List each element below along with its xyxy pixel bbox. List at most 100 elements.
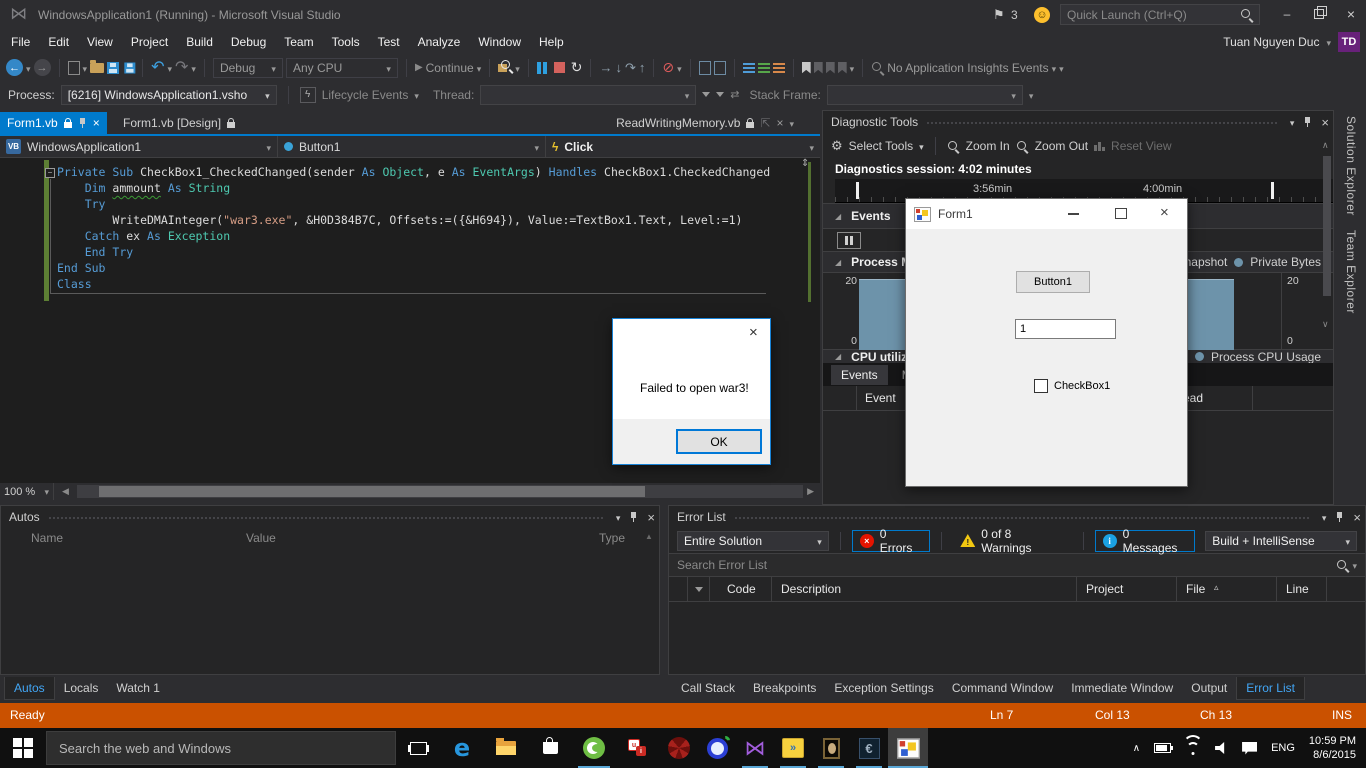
severity-filter-icon[interactable] — [695, 583, 703, 599]
tray-expand-icon[interactable]: ∧ — [1133, 743, 1140, 754]
promote-tab-icon[interactable]: ⇱ — [760, 116, 770, 130]
pin-icon[interactable] — [1335, 512, 1344, 523]
timeline-marker[interactable] — [856, 182, 859, 199]
menu-analyze[interactable]: Analyze — [409, 35, 470, 49]
taskbar-warcraft[interactable] — [812, 728, 850, 768]
taskbar-visual-studio[interactable]: ⋈ — [736, 728, 774, 768]
undo-icon[interactable]: ↶ — [151, 61, 164, 75]
solution-configuration-dropdown[interactable]: Debug — [213, 58, 283, 78]
show-diagnostics-icon[interactable] — [758, 63, 770, 73]
zoom-dropdown[interactable]: 100 % — [0, 483, 54, 500]
tab-watch1[interactable]: Watch 1 — [107, 677, 169, 699]
diagnostics-titlebar[interactable]: Diagnostic Tools × — [823, 111, 1333, 133]
tab-immediate-window[interactable]: Immediate Window — [1062, 677, 1182, 699]
step-out-icon[interactable]: ↑ — [639, 60, 646, 75]
save-all-icon[interactable] — [124, 62, 135, 73]
battery-icon[interactable] — [1154, 743, 1171, 753]
find-overflow-icon[interactable] — [515, 61, 520, 75]
undo-dropdown-icon[interactable] — [167, 61, 172, 75]
thread-dropdown[interactable] — [480, 85, 696, 105]
collapse-triangle-icon[interactable]: ◢ — [835, 212, 841, 221]
open-file-icon[interactable] — [90, 63, 104, 73]
col-type[interactable]: Type — [599, 531, 625, 545]
close-icon[interactable]: × — [1321, 115, 1329, 130]
taskbar-coccoc[interactable] — [572, 728, 616, 768]
redo-dropdown-icon[interactable] — [191, 61, 196, 75]
taskbar-app-red[interactable] — [660, 728, 698, 768]
scroll-right-icon[interactable]: ▶ — [807, 486, 820, 497]
menu-test[interactable]: Test — [369, 35, 409, 49]
form-minimize-icon[interactable] — [1068, 213, 1079, 215]
taskbar-store[interactable] — [528, 728, 572, 768]
menu-file[interactable]: File — [2, 35, 39, 49]
form-close-icon[interactable]: × — [1160, 204, 1169, 221]
step-into-icon[interactable]: ↓ — [615, 60, 622, 75]
error-search-input[interactable]: Search Error List — [669, 553, 1365, 577]
form-checkbox1[interactable]: CheckBox1 — [1034, 379, 1110, 393]
col-description[interactable]: Description — [781, 582, 841, 596]
tab-form1vb-design[interactable]: Form1.vb [Design] — [115, 112, 243, 134]
show-next-statement-icon[interactable]: → — [599, 60, 612, 75]
process-overflow-icon[interactable] — [1029, 88, 1034, 102]
form-maximize-icon[interactable] — [1115, 208, 1127, 219]
prev-bookmark-icon[interactable] — [814, 62, 823, 74]
show-threads-icon[interactable] — [743, 63, 755, 73]
tab-output[interactable]: Output — [1182, 677, 1236, 699]
taskbar-app-blue[interactable] — [698, 728, 736, 768]
window-position-icon[interactable] — [1322, 510, 1327, 524]
col-file[interactable]: File — [1186, 582, 1205, 596]
start-button[interactable] — [0, 728, 46, 768]
taskbar-form1-app-active[interactable] — [888, 728, 928, 768]
project-dropdown[interactable]: VB WindowsApplication1 — [0, 136, 278, 157]
tab-locals[interactable]: Locals — [55, 677, 108, 699]
menu-debug[interactable]: Debug — [222, 35, 275, 49]
close-tab-icon[interactable]: × — [93, 116, 100, 130]
select-tools-button[interactable]: Select Tools — [849, 139, 913, 153]
continue-button[interactable]: Continue — [426, 61, 474, 75]
minimize-button[interactable]: – — [1272, 0, 1302, 28]
form-textbox1[interactable]: 1 — [1015, 319, 1116, 339]
lifecycle-caret-icon[interactable] — [414, 88, 419, 102]
close-icon[interactable]: × — [1353, 510, 1361, 525]
lifecycle-events-label[interactable]: Lifecycle Events — [322, 88, 409, 102]
build-filter-dropdown[interactable]: Build + IntelliSense — [1205, 531, 1357, 551]
col-value[interactable]: Value — [246, 531, 276, 545]
restore-button[interactable] — [1304, 0, 1334, 28]
tab-exception-settings[interactable]: Exception Settings — [825, 677, 942, 699]
taskbar-file-explorer[interactable] — [484, 728, 528, 768]
new-file-icon[interactable] — [68, 61, 80, 75]
col-name[interactable]: Name — [31, 531, 63, 545]
menu-project[interactable]: Project — [122, 35, 177, 49]
zoom-in-button[interactable]: Zoom In — [966, 139, 1010, 153]
scroll-up-icon[interactable]: ∧ — [1322, 140, 1329, 151]
redo-icon[interactable]: ↷ — [175, 61, 188, 75]
horizontal-scrollbar[interactable] — [77, 485, 803, 498]
col-code[interactable]: Code — [727, 582, 756, 596]
output-window-icon[interactable] — [699, 61, 711, 75]
tab-breakpoints[interactable]: Breakpoints — [744, 677, 825, 699]
object-dropdown[interactable]: Button1 — [278, 136, 546, 157]
scroll-left-icon[interactable]: ◀ — [54, 486, 77, 497]
diagnostics-scrollbar[interactable]: ∧ ∨ — [1320, 134, 1334, 334]
timeline-marker[interactable] — [1271, 182, 1274, 199]
window-position-icon[interactable] — [1290, 115, 1295, 129]
pin-icon[interactable] — [1303, 117, 1312, 128]
show-parallel-icon[interactable] — [773, 63, 785, 73]
scroll-down-icon[interactable]: ∨ — [1322, 319, 1329, 330]
suspend-icon[interactable]: ⇄ — [730, 88, 739, 101]
taskbar-app-yellow[interactable]: » — [774, 728, 812, 768]
zoom-out-button[interactable]: Zoom Out — [1035, 139, 1088, 153]
error-list-titlebar[interactable]: Error List × — [669, 506, 1365, 528]
errors-filter-button[interactable]: × 0 Errors — [852, 530, 931, 552]
back-dropdown-icon[interactable] — [26, 61, 31, 75]
feedback-smiley-icon[interactable]: ☺ — [1034, 7, 1050, 23]
scrollbar-thumb[interactable] — [99, 486, 645, 497]
save-icon[interactable] — [107, 62, 119, 74]
scroll-up-icon[interactable]: ▲ — [645, 532, 653, 541]
taskbar-unikey[interactable]: ui — [616, 728, 660, 768]
tab-command-window[interactable]: Command Window — [943, 677, 1062, 699]
tray-clock[interactable]: 10:59 PM 8/6/2015 — [1309, 734, 1356, 762]
taskbar-search-input[interactable]: Search the web and Windows — [46, 731, 396, 765]
continue-play-icon[interactable]: ▶ — [415, 62, 423, 73]
insights-dropdown-icon[interactable] — [1052, 61, 1057, 75]
